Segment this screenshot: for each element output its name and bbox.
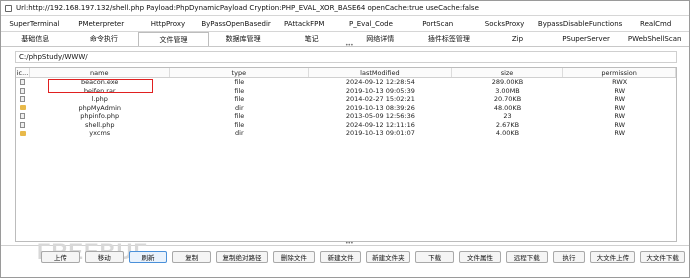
- tab-command-exec[interactable]: 命令执行: [69, 32, 139, 46]
- file-properties-button[interactable]: 文件属性: [459, 251, 501, 263]
- cell-lastmodified: 2013-05-09 12:56:36: [345, 112, 415, 121]
- cell-permission: RW: [614, 129, 625, 138]
- tab-file-manager[interactable]: 文件管理: [138, 32, 209, 46]
- col-header-icon[interactable]: ic...: [16, 68, 30, 77]
- remote-download-button[interactable]: 远程下载: [505, 251, 548, 263]
- cell-permission: RW: [614, 112, 625, 121]
- tab-pwebshellscan[interactable]: PWebShellScan: [620, 32, 689, 46]
- cell-name: shell.php: [84, 120, 115, 129]
- delete-file-button[interactable]: 删除文件: [272, 251, 315, 263]
- tab-database-manager[interactable]: 数据库管理: [208, 32, 278, 46]
- splitter-grip-top[interactable]: •••: [345, 43, 354, 49]
- cell-type: file: [234, 86, 245, 95]
- cell-lastmodified: 2024-09-12 12:11:16: [345, 120, 415, 129]
- table-row[interactable]: phpMyAdmin dir 2019-10-13 08:39:26 48.00…: [16, 104, 676, 113]
- cell-name: phpinfo.php: [80, 112, 120, 121]
- tab-httpproxy[interactable]: HttpProxy: [134, 16, 202, 31]
- large-file-download-button[interactable]: 大文件下载: [640, 251, 685, 263]
- copy-absolute-path-button[interactable]: 复制绝对路径: [216, 251, 268, 263]
- execute-button[interactable]: 执行: [552, 251, 586, 263]
- col-header-permission[interactable]: permission: [563, 68, 676, 77]
- window-title: Url:http://192.168.197.132/shell.php Pay…: [16, 4, 479, 12]
- cell-name: yxcms: [89, 129, 111, 138]
- table-header: ic... name type lastModified size permis…: [16, 68, 676, 78]
- cell-size: 289.00KB: [491, 78, 524, 87]
- cell-permission: RW: [614, 103, 625, 112]
- cell-permission: RW: [614, 86, 625, 95]
- plugin-tab-row: SuperTerminal PMeterpreter HttpProxy ByP…: [1, 15, 690, 31]
- move-button[interactable]: 移动: [84, 251, 124, 263]
- app-icon: [5, 4, 12, 12]
- folder-icon: [19, 130, 26, 136]
- app-window: Url:http://192.168.197.132/shell.php Pay…: [0, 0, 690, 278]
- cell-lastmodified: 2019-10-13 09:01:07: [345, 129, 415, 138]
- tab-pmeterpreter[interactable]: PMeterpreter: [67, 16, 135, 31]
- cell-lastmodified: 2024-09-12 12:28:54: [345, 78, 415, 87]
- tab-bypassdisablefunctions[interactable]: BypassDisableFunctions: [537, 16, 623, 31]
- table-row[interactable]: l.php file 2014-02-27 15:02:21 20.70KB R…: [16, 95, 676, 104]
- col-header-lastmodified[interactable]: lastModified: [309, 68, 452, 77]
- folder-icon: [19, 105, 26, 111]
- cell-size: 48.00KB: [493, 103, 522, 112]
- new-folder-button[interactable]: 新建文件夹: [366, 251, 411, 263]
- cell-permission: RWX: [612, 78, 628, 87]
- tab-pattackfpm[interactable]: PAttackFPM: [270, 16, 338, 31]
- col-header-name[interactable]: name: [30, 68, 170, 77]
- table-row[interactable]: shell.php file 2024-09-12 12:11:16 2.67K…: [16, 121, 676, 130]
- tab-basic-info[interactable]: 基础信息: [1, 32, 70, 46]
- tab-p-eval-code[interactable]: P_Eval_Code: [337, 16, 405, 31]
- cell-type: file: [234, 120, 245, 129]
- file-icon: [20, 96, 26, 103]
- new-file-button[interactable]: 新建文件: [319, 251, 362, 263]
- cell-lastmodified: 2019-10-13 08:39:26: [345, 103, 415, 112]
- cell-name: l.php: [91, 95, 108, 104]
- cell-size: 4.00KB: [495, 129, 520, 138]
- cell-type: file: [234, 95, 245, 104]
- cell-size: 23: [503, 112, 512, 121]
- tab-notes[interactable]: 笔记: [277, 32, 346, 46]
- copy-button[interactable]: 复制: [172, 251, 212, 263]
- cell-lastmodified: 2014-02-27 15:02:21: [345, 95, 415, 104]
- download-button[interactable]: 下载: [415, 251, 455, 263]
- tab-superterminal[interactable]: SuperTerminal: [1, 16, 68, 31]
- refresh-button[interactable]: 刷新: [128, 251, 168, 263]
- tab-bypassopenbasedir[interactable]: ByPassOpenBasedir: [201, 16, 271, 31]
- file-table: ic... name type lastModified size permis…: [15, 67, 677, 242]
- cell-size: 3.00MB: [495, 86, 520, 95]
- cell-name: phpMyAdmin: [78, 103, 122, 112]
- tab-network-details[interactable]: 网络详情: [345, 32, 415, 46]
- cell-size: 2.67KB: [495, 120, 520, 129]
- action-button-bar: 上传 移动 刷新 复制 复制绝对路径 删除文件 新建文件 新建文件夹 下载 文件…: [41, 251, 685, 265]
- file-icon: [20, 121, 26, 128]
- tab-zip[interactable]: Zip: [483, 32, 552, 46]
- cell-lastmodified: 2019-10-13 09:05:39: [345, 86, 415, 95]
- cell-permission: RW: [614, 120, 625, 129]
- cell-type: file: [234, 78, 245, 87]
- cell-type: file: [234, 112, 245, 121]
- tab-portscan[interactable]: PortScan: [404, 16, 472, 31]
- cell-type: dir: [235, 129, 244, 138]
- cell-size: 20.70KB: [493, 95, 522, 104]
- file-icon: [20, 79, 26, 86]
- file-icon: [20, 87, 26, 94]
- col-header-type[interactable]: type: [170, 68, 310, 77]
- tab-psuperserver[interactable]: PSuperServer: [551, 32, 621, 46]
- large-file-upload-button[interactable]: 大文件上传: [590, 251, 636, 263]
- tab-realcmd[interactable]: RealCmd: [622, 16, 690, 31]
- table-row[interactable]: yxcms dir 2019-10-13 09:01:07 4.00KB RW: [16, 129, 676, 138]
- cell-type: dir: [235, 103, 244, 112]
- tab-socksproxy[interactable]: SocksProxy: [471, 16, 538, 31]
- file-icon: [20, 113, 26, 120]
- path-input[interactable]: C:/phpStudy/WWW/: [15, 51, 677, 63]
- col-header-size[interactable]: size: [452, 68, 564, 77]
- title-bar: Url:http://192.168.197.132/shell.php Pay…: [1, 1, 689, 15]
- tab-plugin-tag-manager[interactable]: 插件标签管理: [414, 32, 484, 46]
- table-row[interactable]: phpinfo.php file 2013-05-09 12:56:36 23 …: [16, 112, 676, 121]
- upload-button[interactable]: 上传: [41, 251, 80, 263]
- highlight-box: [48, 79, 153, 93]
- cell-permission: RW: [614, 95, 625, 104]
